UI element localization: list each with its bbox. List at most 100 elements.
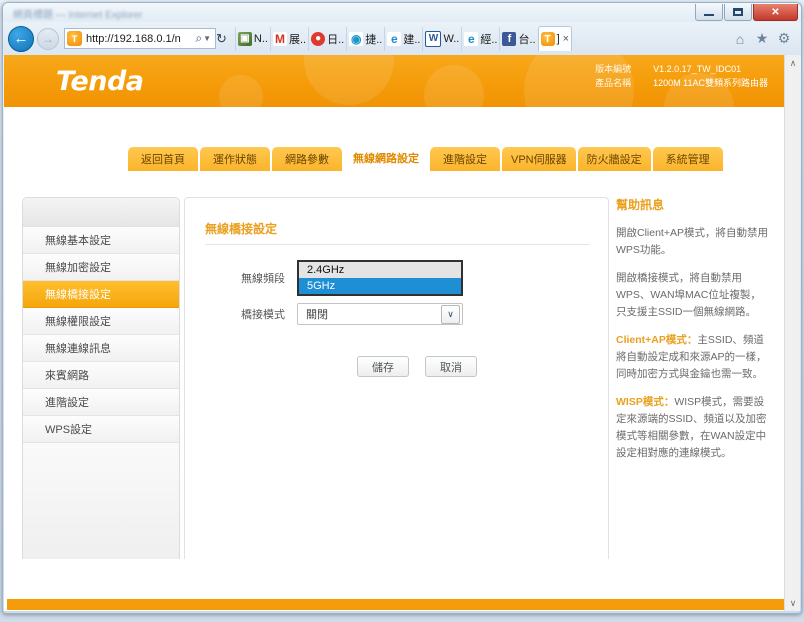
favorite-label: 台.. bbox=[518, 33, 536, 46]
product-name-row: 產品名稱 1200M 11AC雙頻系列路由器 bbox=[595, 76, 768, 90]
page-viewport: Tenda 版本編號 V1.2.0.17_TW_IDC01 產品名稱 1200M… bbox=[4, 55, 800, 611]
desktop-background: 電腦設定 網路上的 檔案資料 網路設定工具之類 網頁標題 — Internet … bbox=[0, 0, 804, 622]
tab-firewall[interactable]: 防火牆設定 bbox=[577, 147, 651, 171]
forward-arrow-icon: → bbox=[42, 31, 54, 46]
word-icon: W bbox=[425, 30, 442, 47]
scroll-down-icon[interactable]: ∨ bbox=[785, 595, 800, 611]
scroll-up-icon[interactable]: ∧ bbox=[785, 55, 800, 71]
favorite-item[interactable]: e 經.. bbox=[461, 26, 499, 51]
refresh-icon[interactable]: ↻ bbox=[216, 31, 227, 47]
sidebar-item-wireless-access[interactable]: 無線權限設定 bbox=[23, 308, 179, 335]
product-name-label: 產品名稱 bbox=[595, 78, 632, 88]
bridge-mode-select[interactable]: 關閉 ∨ bbox=[297, 303, 463, 325]
chevron-down-icon[interactable]: ▼ bbox=[203, 34, 211, 43]
tab-system-admin[interactable]: 系統管理 bbox=[652, 147, 723, 171]
address-bar[interactable]: T http://192.168.0.1/n ⌕ ▼ bbox=[64, 28, 216, 49]
browser-tab-active[interactable]: T ] × bbox=[537, 26, 573, 51]
help-paragraph: 開啟Client+AP模式，將自動禁用WPS功能。 bbox=[616, 227, 768, 256]
toolbar-right-icons: ⌂ ★ ⚙ bbox=[729, 28, 795, 50]
settings-icon[interactable]: ⚙ bbox=[773, 28, 795, 50]
favorite-item[interactable]: W W.. bbox=[422, 26, 461, 51]
settings-panel: 無線橋接設定 無線頻段 2.4GHz 5GHz 橋接模式 關閉 ∨ 儲存 取消 bbox=[184, 197, 657, 575]
save-button[interactable]: 儲存 bbox=[357, 356, 409, 377]
favorites-bar: ▣ N.. M 展.. ● 日.. ◉ 捷.. e 建.. W W.. e 經.… bbox=[234, 26, 725, 52]
browser-toolbar: ← → T http://192.168.0.1/n ⌕ ▼ ↻ ▣ N.. M… bbox=[3, 22, 801, 55]
favorite-label: 建.. bbox=[403, 33, 421, 46]
address-url-text: http://192.168.0.1/n bbox=[86, 32, 181, 45]
favorite-label: N.. bbox=[253, 32, 268, 45]
sidebar-item-wps[interactable]: WPS設定 bbox=[23, 416, 179, 443]
forward-button[interactable]: → bbox=[37, 27, 59, 50]
bridge-mode-value: 關閉 bbox=[306, 309, 328, 321]
router-admin-page: Tenda 版本編號 V1.2.0.17_TW_IDC01 產品名稱 1200M… bbox=[4, 55, 784, 611]
vertical-scrollbar[interactable]: ∧ ∨ bbox=[784, 55, 800, 611]
wireless-band-label: 無線頻段 bbox=[241, 273, 285, 285]
panel-title: 無線橋接設定 bbox=[205, 222, 278, 236]
bridge-mode-label: 橋接模式 bbox=[241, 309, 285, 321]
minimize-icon bbox=[704, 14, 714, 16]
cancel-button[interactable]: 取消 bbox=[425, 356, 477, 377]
window-title-text: 網頁標題 — Internet Explorer bbox=[13, 10, 143, 21]
facebook-icon: f bbox=[502, 31, 517, 46]
product-name-value: 1200M 11AC雙頻系列路由器 bbox=[653, 78, 768, 88]
sidebar-item-wireless-security[interactable]: 無線加密設定 bbox=[23, 254, 179, 281]
dropdown-option-5ghz[interactable]: 5GHz bbox=[299, 278, 461, 294]
wireless-band-row: 無線頻段 2.4GHz 5GHz bbox=[205, 260, 463, 296]
help-paragraph: 開啟橋接模式，將自動禁用WPS、WAN埠MAC位址複製，只支援主SSID一個無線… bbox=[616, 272, 761, 318]
browser-tab-label: ] bbox=[556, 33, 560, 45]
help-paragraph: WISP模式：WISP模式，需要設定來源端的SSID、頻道以及加密模式等相關參數… bbox=[616, 394, 768, 462]
help-panel-title: 幫助訊息 bbox=[616, 198, 665, 212]
tab-home[interactable]: 返回首頁 bbox=[128, 147, 198, 171]
form-actions: 儲存 取消 bbox=[357, 356, 493, 377]
favorite-label: 經.. bbox=[480, 33, 498, 46]
dropdown-option-2_4ghz[interactable]: 2.4GHz bbox=[299, 262, 461, 278]
close-tab-icon[interactable]: × bbox=[563, 33, 569, 45]
sidebar-item-advanced[interactable]: 進階設定 bbox=[23, 389, 179, 416]
content-area: 無線基本設定 無線加密設定 無線橋接設定 無線權限設定 無線連線訊息 來賓網路 … bbox=[4, 171, 784, 611]
bridge-mode-row: 橋接模式 關閉 ∨ bbox=[205, 303, 463, 325]
tab-vpn-server[interactable]: VPN伺服器 bbox=[502, 147, 576, 171]
tab-wireless-settings[interactable]: 無線網路設定 bbox=[344, 144, 428, 171]
sidebar-item-guest-network[interactable]: 來賓網路 bbox=[23, 362, 179, 389]
firmware-version-value: V1.2.0.17_TW_IDC01 bbox=[653, 64, 742, 74]
maximize-button[interactable] bbox=[724, 4, 752, 21]
tab-status[interactable]: 運作狀態 bbox=[200, 147, 270, 171]
favorite-label: 日.. bbox=[327, 33, 345, 46]
back-arrow-icon: ← bbox=[13, 30, 29, 47]
firmware-version-row: 版本編號 V1.2.0.17_TW_IDC01 bbox=[595, 62, 768, 76]
sidebar: 無線基本設定 無線加密設定 無線橋接設定 無線權限設定 無線連線訊息 來賓網路 … bbox=[22, 197, 180, 574]
help-key-client-ap: Client+AP模式： bbox=[616, 334, 698, 346]
chevron-down-icon[interactable]: ∨ bbox=[441, 304, 460, 324]
favorite-item[interactable]: ● 日.. bbox=[308, 26, 346, 51]
home-icon[interactable]: ⌂ bbox=[729, 28, 751, 50]
maximize-icon bbox=[733, 8, 743, 16]
tab-advanced[interactable]: 進階設定 bbox=[430, 147, 500, 171]
router-header: Tenda 版本編號 V1.2.0.17_TW_IDC01 產品名稱 1200M… bbox=[4, 55, 784, 107]
sidebar-filler bbox=[23, 443, 179, 573]
back-button[interactable]: ← bbox=[8, 25, 34, 52]
favorite-label: W.. bbox=[443, 32, 460, 45]
favorite-item[interactable]: f 台.. bbox=[499, 26, 537, 51]
minimize-button[interactable] bbox=[695, 4, 723, 21]
page-bottom-spacer bbox=[4, 559, 784, 599]
close-button[interactable]: ✕ bbox=[753, 4, 798, 21]
help-key-wisp: WISP模式： bbox=[616, 396, 675, 408]
tenda-logo: Tenda bbox=[56, 66, 144, 97]
main-navigation-tabs: 返回首頁 運作狀態 網路參數 無線網路設定 進階設定 VPN伺服器 防火牆設定 … bbox=[4, 143, 784, 171]
sidebar-item-wireless-bridge[interactable]: 無線橋接設定 bbox=[23, 281, 179, 308]
favorite-label: 展.. bbox=[288, 33, 307, 46]
firmware-version-label: 版本編號 bbox=[595, 64, 632, 74]
favorites-icon[interactable]: ★ bbox=[751, 28, 773, 50]
browser-window: 網頁標題 — Internet Explorer ✕ ← → T http://… bbox=[2, 2, 802, 614]
favorite-item[interactable]: ◉ 捷.. bbox=[346, 26, 384, 51]
wireless-band-dropdown-open[interactable]: 2.4GHz 5GHz bbox=[297, 260, 463, 296]
favorite-label: 捷.. bbox=[365, 33, 383, 46]
favorite-item[interactable]: e 建.. bbox=[384, 26, 422, 51]
favorite-item[interactable]: ▣ N.. bbox=[234, 26, 270, 51]
search-icon[interactable]: ⌕ bbox=[195, 31, 202, 46]
tab-network-params[interactable]: 網路參數 bbox=[272, 147, 342, 171]
sidebar-item-wireless-basic[interactable]: 無線基本設定 bbox=[23, 227, 179, 254]
photo-icon: ▣ bbox=[237, 31, 252, 46]
favorite-item[interactable]: M 展.. bbox=[269, 26, 308, 51]
sidebar-item-wireless-clients[interactable]: 無線連線訊息 bbox=[23, 335, 179, 362]
